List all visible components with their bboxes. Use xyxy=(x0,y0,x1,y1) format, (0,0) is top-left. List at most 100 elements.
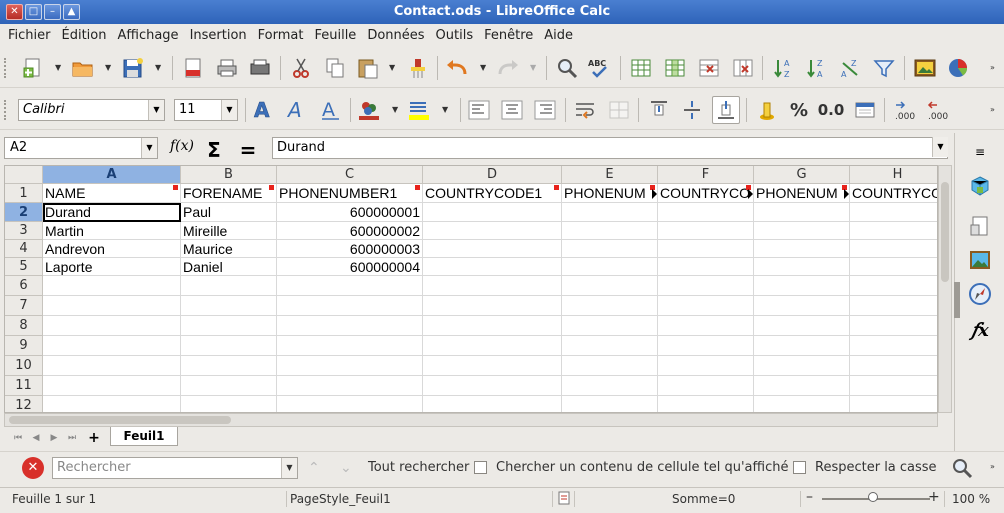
chevron-down-icon[interactable]: ▼ xyxy=(932,137,948,157)
empty-cell[interactable] xyxy=(850,258,937,276)
autofilter-icon[interactable] xyxy=(871,56,897,80)
row-header[interactable]: 2 xyxy=(5,203,43,222)
new-document-icon[interactable] xyxy=(20,56,46,80)
font-color-icon[interactable] xyxy=(406,98,432,122)
empty-cell[interactable] xyxy=(423,316,562,336)
open-folder-icon[interactable] xyxy=(70,56,96,80)
find-previous-icon[interactable]: ⌃ xyxy=(308,460,320,476)
column-header-e[interactable]: E xyxy=(562,166,658,184)
empty-cell[interactable] xyxy=(277,316,423,336)
empty-cell[interactable] xyxy=(754,376,850,396)
selection-sum[interactable]: Somme=0 xyxy=(672,492,735,506)
empty-cell[interactable] xyxy=(850,203,937,222)
empty-cell[interactable] xyxy=(181,356,277,376)
row-header[interactable]: 9 xyxy=(5,336,43,356)
insert-chart-icon[interactable] xyxy=(945,56,971,80)
close-find-bar-button[interactable]: ✕ xyxy=(22,457,44,479)
empty-cell[interactable] xyxy=(754,336,850,356)
page-style[interactable]: PageStyle_Feuil1 xyxy=(290,492,391,506)
new-dropdown-icon[interactable]: ▼ xyxy=(55,63,61,72)
sort-icon[interactable]: ZA xyxy=(838,56,864,80)
sort-ascending-icon[interactable]: AZ xyxy=(772,56,798,80)
empty-cell[interactable] xyxy=(658,396,754,412)
empty-cell[interactable] xyxy=(562,376,658,396)
clone-formatting-icon[interactable] xyxy=(405,56,431,80)
cell-c4[interactable]: 600000003 xyxy=(277,240,423,258)
wrap-text-icon[interactable] xyxy=(572,98,598,122)
italic-icon[interactable]: A xyxy=(284,98,310,122)
find-replace-icon[interactable] xyxy=(554,56,580,80)
empty-cell[interactable] xyxy=(423,376,562,396)
spreadsheet-grid[interactable]: A B C D E F G H 1 2 3 4 5 6 7 8 9 10 11 … xyxy=(4,165,938,413)
empty-cell[interactable] xyxy=(562,296,658,316)
empty-cell[interactable] xyxy=(423,222,562,240)
cell-a5[interactable]: Laporte xyxy=(43,258,181,276)
cell-a1[interactable]: NAME xyxy=(43,184,181,203)
last-sheet-icon[interactable]: ⏭ xyxy=(66,431,78,445)
empty-cell[interactable] xyxy=(181,296,277,316)
menu-donnees[interactable]: Données xyxy=(367,28,430,43)
menu-outils[interactable]: Outils xyxy=(436,28,480,43)
empty-cell[interactable] xyxy=(754,396,850,412)
font-size-combo[interactable]: 11 ▼ xyxy=(174,99,238,121)
empty-cell[interactable] xyxy=(423,296,562,316)
comment-marker-icon[interactable] xyxy=(269,185,274,190)
empty-cell[interactable] xyxy=(181,376,277,396)
empty-cell[interactable] xyxy=(850,316,937,336)
font-color-dropdown-icon[interactable]: ▼ xyxy=(442,105,448,114)
styles-icon[interactable] xyxy=(967,213,993,239)
empty-cell[interactable] xyxy=(850,296,937,316)
delete-columns-icon[interactable] xyxy=(730,56,756,80)
select-all-corner[interactable] xyxy=(5,166,43,184)
empty-cell[interactable] xyxy=(562,336,658,356)
add-decimal-icon[interactable]: .000 xyxy=(893,98,919,122)
empty-cell[interactable] xyxy=(277,376,423,396)
name-box[interactable]: A2 ▼ xyxy=(4,137,158,159)
print-icon[interactable] xyxy=(214,56,240,80)
print-preview-icon[interactable] xyxy=(247,56,273,80)
insert-rows-icon[interactable] xyxy=(628,56,654,80)
cell-c2[interactable]: 600000001 xyxy=(277,203,423,222)
empty-cell[interactable] xyxy=(43,316,181,336)
empty-cell[interactable] xyxy=(562,203,658,222)
column-header-d[interactable]: D xyxy=(423,166,562,184)
background-color-dropdown-icon[interactable]: ▼ xyxy=(392,105,398,114)
sidebar-collapse-handle[interactable] xyxy=(954,282,960,318)
match-case-checkbox[interactable] xyxy=(793,461,806,474)
empty-cell[interactable] xyxy=(850,276,937,296)
chevron-down-icon[interactable]: ▼ xyxy=(148,100,164,120)
cell-b3[interactable]: Mireille xyxy=(181,222,277,240)
bold-icon[interactable]: A xyxy=(250,98,276,122)
empty-cell[interactable] xyxy=(562,316,658,336)
cut-icon[interactable] xyxy=(288,56,314,80)
font-name-combo[interactable]: Calibri ▼ xyxy=(18,99,165,121)
menu-edition[interactable]: Édition xyxy=(62,28,113,43)
column-header-g[interactable]: G xyxy=(754,166,850,184)
empty-cell[interactable] xyxy=(423,258,562,276)
empty-cell[interactable] xyxy=(562,258,658,276)
empty-cell[interactable] xyxy=(43,376,181,396)
first-sheet-icon[interactable]: ⏮ xyxy=(12,431,24,445)
background-color-icon[interactable] xyxy=(356,98,382,122)
sum-button[interactable]: Σ xyxy=(202,138,226,162)
empty-cell[interactable] xyxy=(850,240,937,258)
vertical-scrollbar[interactable] xyxy=(938,165,952,413)
find-next-icon[interactable]: ⌄ xyxy=(340,460,352,476)
empty-cell[interactable] xyxy=(181,396,277,412)
empty-cell[interactable] xyxy=(754,258,850,276)
merge-cells-icon[interactable] xyxy=(606,98,632,122)
date-format-icon[interactable] xyxy=(852,98,878,122)
empty-cell[interactable] xyxy=(658,258,754,276)
cell-h1[interactable]: COUNTRYCO xyxy=(850,184,937,203)
empty-cell[interactable] xyxy=(43,396,181,412)
empty-cell[interactable] xyxy=(850,396,937,412)
column-header-f[interactable]: F xyxy=(658,166,754,184)
cell-d1[interactable]: COUNTRYCODE1 xyxy=(423,184,562,203)
empty-cell[interactable] xyxy=(423,276,562,296)
empty-cell[interactable] xyxy=(850,356,937,376)
previous-sheet-icon[interactable]: ◀ xyxy=(30,431,42,445)
cell-c3[interactable]: 600000002 xyxy=(277,222,423,240)
toolbar-overflow-icon[interactable]: » xyxy=(990,63,995,72)
empty-cell[interactable] xyxy=(277,396,423,412)
empty-cell[interactable] xyxy=(423,203,562,222)
